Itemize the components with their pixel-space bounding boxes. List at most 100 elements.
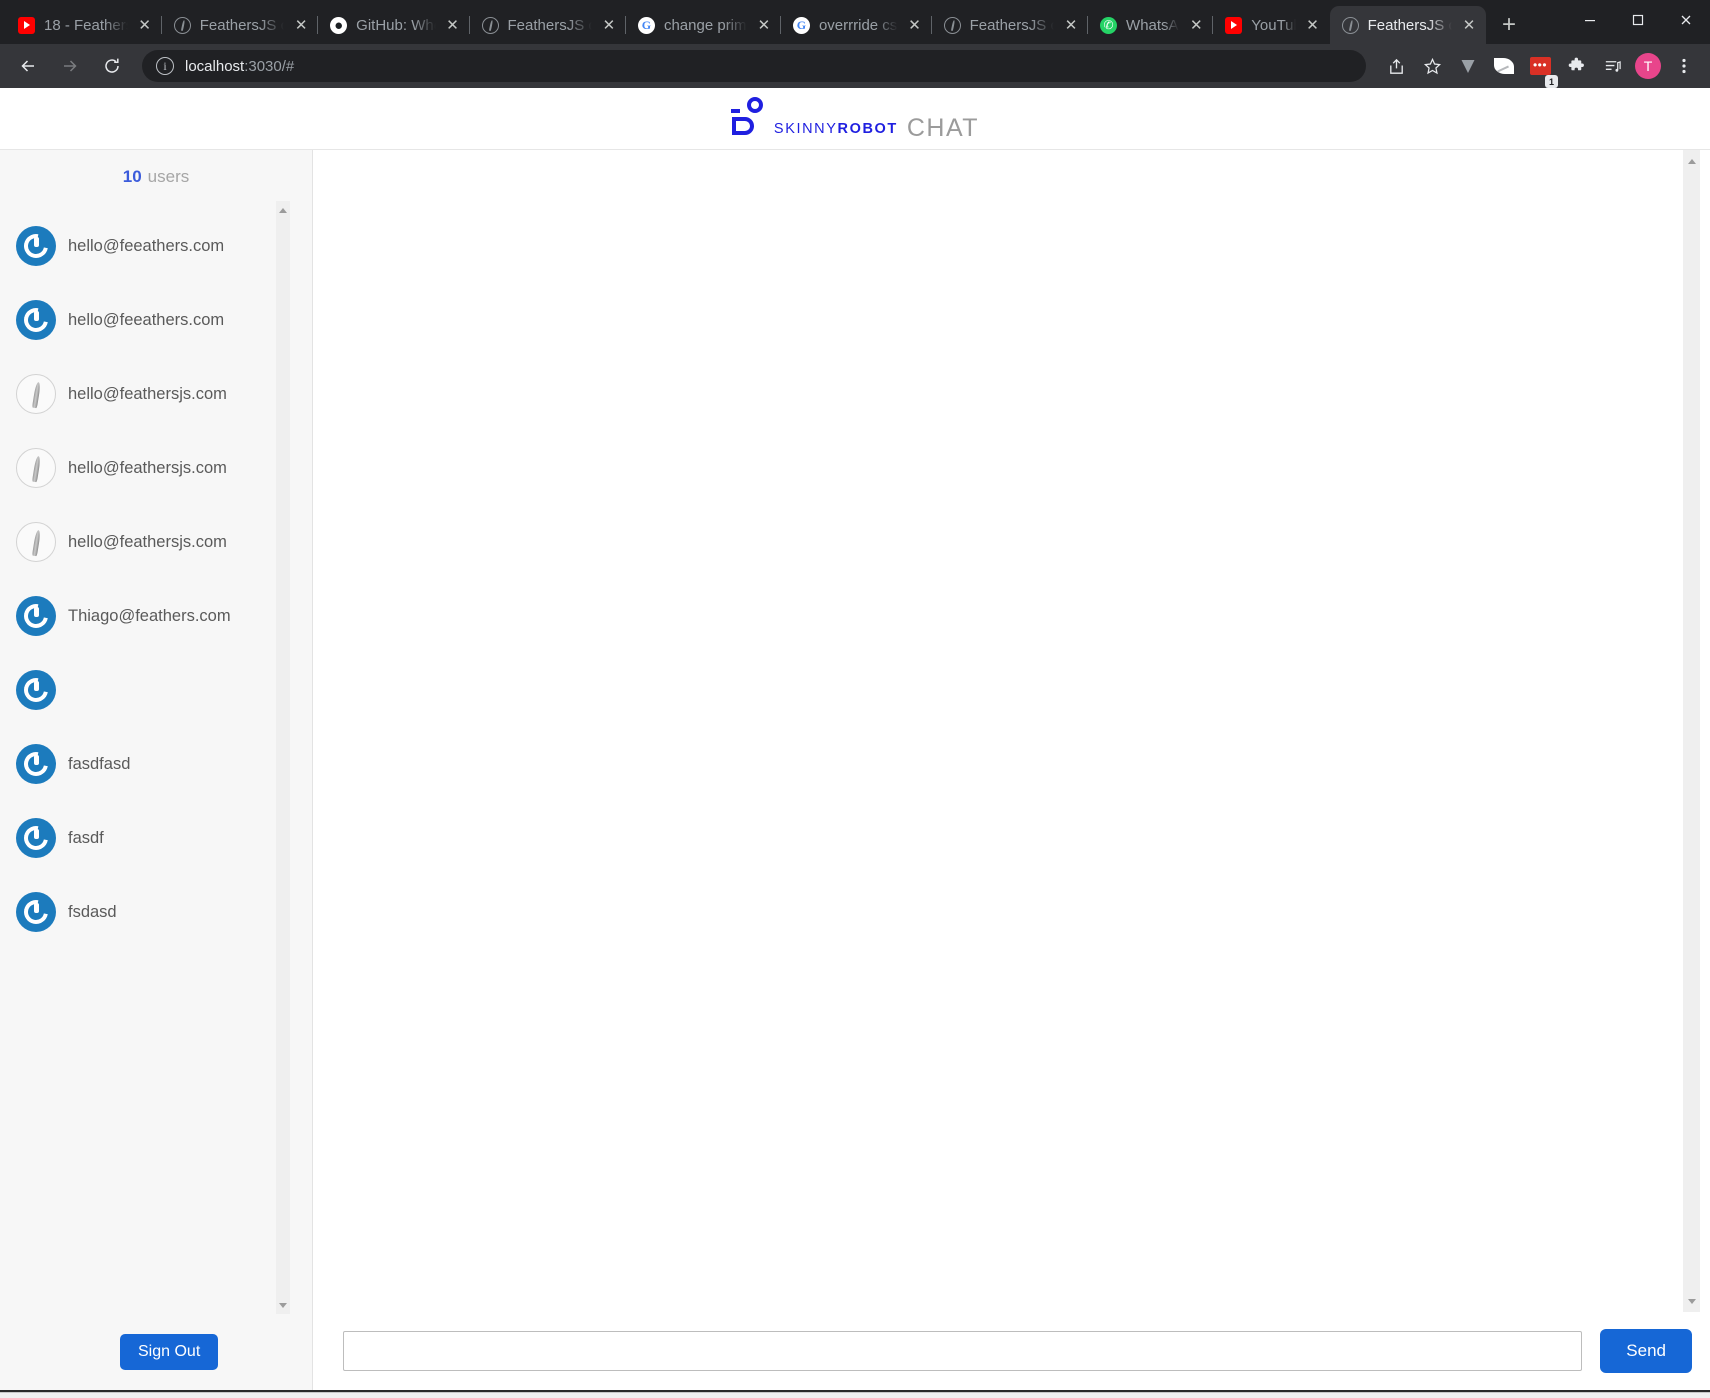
brand-name-second: ROBOT — [837, 121, 898, 137]
browser-tab[interactable]: G change primary ✕ — [626, 6, 781, 44]
message-composer: Send — [313, 1312, 1710, 1390]
list-item[interactable]: hello@feathersjs.com — [0, 431, 312, 505]
user-count-header: 10 users — [0, 150, 312, 201]
browser-tab[interactable]: G overrride css p ✕ — [781, 6, 932, 44]
list-item[interactable] — [0, 653, 312, 727]
list-item[interactable]: fsdasd — [0, 875, 312, 949]
back-button[interactable] — [10, 48, 46, 84]
tab-title: FeathersJS cha — [199, 16, 284, 34]
toolbar-actions: ••• 1 T — [1376, 50, 1700, 88]
list-item[interactable]: Thiago@feathers.com — [0, 579, 312, 653]
close-window-button[interactable] — [1662, 0, 1710, 40]
vimeo-record-extension-icon[interactable] — [1452, 50, 1484, 82]
tab-title: overrride css p — [818, 16, 898, 34]
scroll-down-arrow-icon[interactable] — [276, 1298, 290, 1312]
tab-close-button[interactable]: ✕ — [598, 14, 620, 36]
user-email: fsdasd — [68, 902, 117, 921]
address-bar[interactable]: i localhost:3030/# — [142, 50, 1366, 82]
send-button[interactable]: Send — [1600, 1329, 1692, 1373]
share-icon[interactable] — [1380, 50, 1412, 82]
user-email: hello@feathersjs.com — [68, 532, 227, 551]
reading-list-icon[interactable] — [1596, 50, 1628, 82]
tab-strip: 18 - Feathers C ✕ FeathersJS cha ✕ ● Git… — [0, 0, 1710, 44]
tab-close-button[interactable]: ✕ — [442, 14, 464, 36]
chat-scrollbar[interactable] — [1683, 150, 1700, 1312]
page-viewport: SKINNYROBOT CHAT 10 users hello@feeathers… — [0, 88, 1710, 1392]
message-input[interactable] — [343, 1331, 1583, 1371]
list-item[interactable]: fasdfasd — [0, 727, 312, 801]
maximize-button[interactable] — [1614, 0, 1662, 40]
forward-button[interactable] — [52, 48, 88, 84]
profile-avatar[interactable]: T — [1632, 50, 1664, 82]
sign-out-button[interactable]: Sign Out — [120, 1334, 219, 1370]
chevron-down-icon[interactable]: chevron-down — [1526, 0, 1566, 40]
scroll-up-arrow-icon[interactable] — [1683, 153, 1700, 169]
url-host: localhost — [185, 57, 245, 75]
user-list[interactable]: hello@feeathers.com hello@feeathers.com … — [0, 201, 312, 1314]
user-email: hello@feathersjs.com — [68, 458, 227, 477]
tab-close-button[interactable]: ✕ — [1458, 14, 1480, 36]
tab-close-button[interactable]: ✕ — [290, 14, 312, 36]
tab-close-button[interactable]: ✕ — [1302, 14, 1324, 36]
browser-toolbar: i localhost:3030/# ••• 1 T — [0, 44, 1710, 88]
tab-title: FeathersJS cha — [969, 16, 1054, 34]
kebab-menu-icon[interactable] — [1668, 50, 1700, 82]
browser-tab[interactable]: 18 - Feathers C ✕ — [6, 6, 162, 44]
skinnyrobot-logo-icon — [730, 96, 765, 141]
gravatar-icon — [16, 226, 56, 266]
browser-tab[interactable]: FeathersJS cha ✕ — [162, 6, 319, 44]
list-item[interactable]: hello@feeathers.com — [0, 209, 312, 283]
leaf-extension-icon[interactable] — [1488, 50, 1520, 82]
tab-close-button[interactable]: ✕ — [134, 14, 156, 36]
tab-title: GitHub: Where — [356, 16, 435, 34]
minimize-button[interactable] — [1566, 0, 1614, 40]
browser-tab[interactable]: FeathersJS cha ✕ — [470, 6, 626, 44]
feather-icon — [16, 448, 56, 488]
page-title: CHAT — [906, 113, 980, 142]
user-email: fasdfasd — [68, 754, 131, 773]
browser-tab[interactable]: YouTube ✕ — [1213, 6, 1329, 44]
feather-icon — [943, 16, 961, 34]
site-info-icon[interactable]: i — [156, 57, 174, 75]
gravatar-icon — [16, 596, 56, 636]
brand-logo: SKINNYROBOT CHAT — [730, 96, 980, 142]
scroll-down-arrow-icon[interactable] — [1683, 1293, 1700, 1309]
scroll-up-arrow-icon[interactable] — [276, 203, 290, 217]
github-icon: ● — [330, 16, 348, 34]
user-email: hello@feeathers.com — [68, 236, 225, 255]
gravatar-icon — [16, 892, 56, 932]
sidebar-footer: Sign Out — [0, 1314, 312, 1390]
list-item[interactable]: hello@feathersjs.com — [0, 357, 312, 431]
youtube-icon — [1225, 16, 1243, 34]
browser-tab[interactable]: ● GitHub: Where ✕ — [318, 6, 470, 44]
tab-close-button[interactable]: ✕ — [904, 14, 926, 36]
sidebar-scrollbar[interactable] — [276, 201, 290, 1314]
list-item[interactable]: hello@feathersjs.com — [0, 505, 312, 579]
brand-name-first: SKINNY — [773, 121, 838, 137]
user-count-value: 10 — [122, 167, 142, 186]
gravatar-icon — [16, 300, 56, 340]
reload-button[interactable] — [94, 48, 130, 84]
tab-close-button[interactable]: ✕ — [1185, 14, 1207, 36]
extensions-puzzle-icon[interactable] — [1560, 50, 1592, 82]
url-port: :3030 — [244, 57, 282, 75]
user-count-label: users — [147, 167, 190, 186]
red-extension-icon[interactable]: ••• 1 — [1524, 50, 1558, 88]
tab-title: WhatsApp — [1126, 16, 1179, 34]
url-path: /# — [281, 57, 295, 75]
browser-tab[interactable]: ✆ WhatsApp ✕ — [1088, 6, 1214, 44]
browser-tab-active[interactable]: FeathersJS cha ✕ — [1329, 6, 1487, 44]
new-tab-button[interactable]: + — [1492, 8, 1526, 42]
list-item[interactable]: hello@feeathers.com — [0, 283, 312, 357]
browser-tab[interactable]: FeathersJS cha ✕ — [932, 6, 1089, 44]
tab-close-button[interactable]: ✕ — [1060, 14, 1082, 36]
tab-title: FeathersJS cha — [507, 16, 592, 34]
list-item[interactable]: fasdf — [0, 801, 312, 875]
google-icon: G — [637, 16, 655, 34]
user-email: hello@feathersjs.com — [68, 384, 227, 403]
profile-initial: T — [1635, 53, 1661, 79]
user-email: fasdf — [68, 828, 104, 847]
tab-close-button[interactable]: ✕ — [753, 14, 775, 36]
message-list[interactable] — [313, 150, 1710, 1312]
bookmark-star-icon[interactable] — [1416, 50, 1448, 82]
